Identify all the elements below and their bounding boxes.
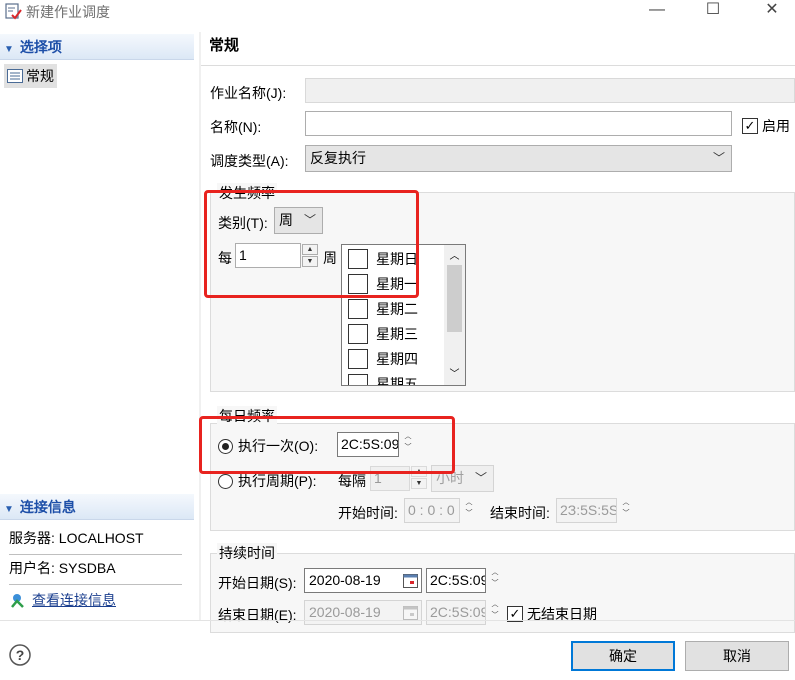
scroll-up-icon[interactable]: ︿ [444,247,465,262]
enabled-checkbox-row[interactable]: 启用 [742,116,790,136]
spin-up-icon[interactable]: ︿ [487,568,503,579]
weekday-checkbox[interactable] [348,373,368,385]
ok-button[interactable]: 确定 [571,641,675,671]
chevron-down-icon: ﹀ [474,471,487,485]
options-header-label: 选择项 [19,39,62,55]
server-info: 服务器: LOCALHOST [9,522,182,555]
scroll-thumb[interactable] [447,265,462,332]
start-date-input[interactable]: 2020-08-19 [304,568,422,593]
schedule-type-label: 调度类型(A): [210,153,289,169]
schedule-type-value: 反复执行 [310,150,366,166]
weekday-scrollbar[interactable]: ︿ ﹀ [444,245,465,385]
job-name-label: 作业名称(J): [210,85,287,101]
end-date-label: 结束日期(E): [218,607,297,623]
weekday-item-thu[interactable]: 星期四 [342,346,444,371]
execute-period-option[interactable]: 执行周期(P): [218,471,317,491]
view-connection-link-row[interactable]: 查看连接信息 [9,590,116,610]
start-date-time-input[interactable]: 2C:5S:09 [426,568,486,593]
highlight-box-frequency [204,190,419,298]
connection-header[interactable]: ▼ 连接信息 [0,494,194,520]
start-date-time-spinner[interactable]: ︿ ﹀ [487,568,503,590]
main-panel: 常规 作业名称(J): 名称(N): 启用 调度类型(A): 反复执行 ﹀ 发生… [199,24,795,633]
no-end-date-label: 无结束日期 [527,606,597,622]
view-connection-link[interactable]: 查看连接信息 [32,590,116,610]
schedule-type-select[interactable]: 反复执行 ﹀ [305,145,732,172]
start-date-label: 开始日期(S): [218,575,297,591]
sidebar-item-general[interactable]: 常规 [4,64,57,88]
page-title: 常规 [209,37,240,54]
end-date-input[interactable]: 2020-08-19 [304,600,422,625]
weekday-checkbox[interactable] [348,298,368,319]
weekday-label: 星期三 [376,325,418,342]
highlight-box-daily [199,416,455,474]
name-input[interactable] [305,111,732,136]
spin-up-icon[interactable]: ︿ [461,498,477,509]
start-date-value: 2020-08-19 [309,572,381,588]
end-date-time-input[interactable]: 2C:5S:09 [426,600,486,625]
help-circle-icon[interactable]: ? [9,644,31,666]
left-panel: ▼ 选择项 常规 ▼ 连接信息 服务器: LOCALHOST 用户名: SYSDBA… [0,32,198,620]
weekday-checkbox[interactable] [348,323,368,344]
spin-up-icon[interactable]: ︿ [618,498,634,509]
collapse-triangle-icon[interactable]: ▼ [4,497,14,523]
weekday-checkbox[interactable] [348,348,368,369]
weekday-item-wed[interactable]: 星期三 [342,321,444,346]
weekday-label: 星期五 [376,375,418,386]
enabled-label: 启用 [762,118,790,134]
form-list-icon [7,69,23,83]
svg-text:?: ? [16,647,25,663]
spin-down-icon[interactable]: ﹀ [487,579,503,590]
start-time-spinner[interactable]: ︿ ﹀ [461,498,477,520]
start-time-label: 开始时间: [338,505,398,521]
weekday-item-tue[interactable]: 星期二 [342,296,444,321]
window-title: 新建作业调度 [26,4,110,20]
calendar-icon[interactable] [403,605,418,620]
title-divider [201,65,795,66]
user-info: 用户名: SYSDBA [9,552,182,585]
weekday-label: 星期二 [376,300,418,317]
weekday-label: 星期四 [376,350,418,367]
cancel-button[interactable]: 取消 [685,641,789,671]
end-time-spinner[interactable]: ︿ ﹀ [618,498,634,520]
spin-down-icon[interactable]: ﹀ [618,509,634,520]
close-button[interactable]: ✕ [749,0,795,22]
minimize-button[interactable]: — [634,0,680,22]
enabled-checkbox[interactable] [742,118,758,134]
end-time-label: 结束时间: [490,505,550,521]
title-bar: 新建作业调度 — ☐ ✕ [0,0,795,24]
job-name-input[interactable] [305,78,795,103]
spin-down-icon[interactable]: ﹀ [461,509,477,520]
end-date-value: 2020-08-19 [309,604,381,620]
duration-title: 持续时间 [217,543,277,563]
name-label: 名称(N): [210,119,262,135]
chevron-down-icon: ﹀ [712,151,725,165]
end-time-input[interactable]: 2З:5S:5S [556,498,617,523]
app-icon [5,3,22,20]
calendar-icon[interactable] [403,573,418,588]
sidebar-item-label: 常规 [26,68,54,84]
connection-header-label: 连接信息 [19,499,76,515]
scroll-down-icon[interactable]: ﹀ [444,365,465,380]
period-every-label: 每隔 [338,473,366,489]
options-header[interactable]: ▼ 选择项 [0,34,194,60]
spin-down-icon[interactable]: ▼ [411,478,427,489]
execute-period-radio[interactable] [218,473,233,489]
execute-period-label: 执行周期(P): [238,473,317,489]
weekday-item-fri[interactable]: 星期五 [342,371,444,386]
spin-up-icon[interactable]: ︿ [487,600,503,611]
no-end-date-row[interactable]: 无结束日期 [507,604,597,624]
connection-icon [11,593,24,608]
maximize-button[interactable]: ☐ [690,0,736,22]
footer-divider [0,620,795,621]
collapse-triangle-icon[interactable]: ▼ [4,37,14,63]
start-time-input[interactable]: 0 : 0 : 0 [404,498,460,523]
end-date-time-spinner[interactable]: ︿ ﹀ [487,600,503,622]
